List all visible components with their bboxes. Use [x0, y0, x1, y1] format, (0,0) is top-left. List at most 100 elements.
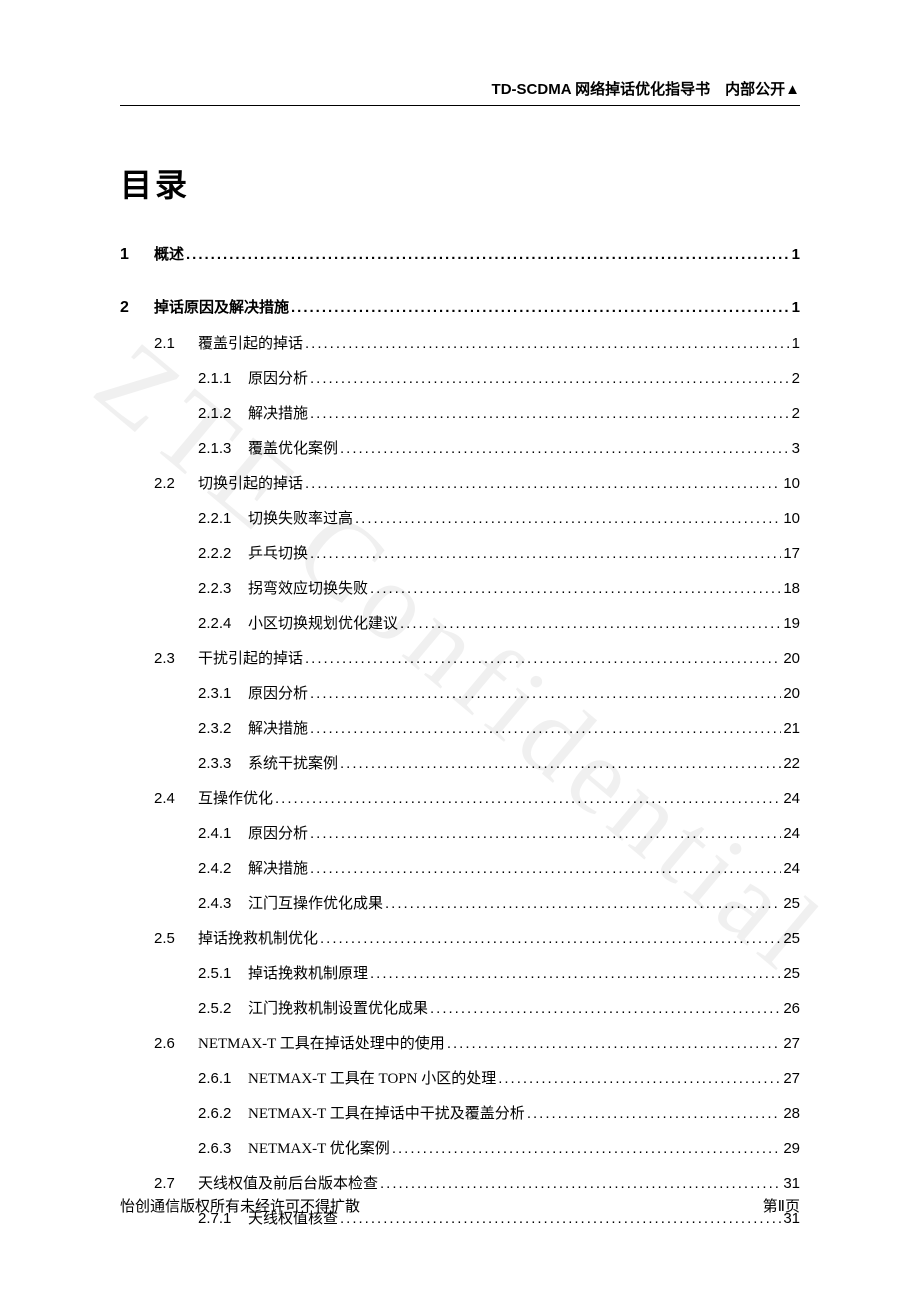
- toc-leader-dots: [355, 508, 781, 523]
- toc-entry-label: NETMAX-T 优化案例: [248, 1139, 390, 1160]
- toc-entry-number: 2.2.2: [198, 543, 248, 564]
- toc-entry[interactable]: 2.6NETMAX-T 工具在掉话处理中的使用27: [120, 1033, 800, 1055]
- toc-entry-label: 江门互操作优化成果: [248, 894, 383, 915]
- toc-entry[interactable]: 2.6.1NETMAX-T 工具在 TOPN 小区的处理 27: [120, 1068, 800, 1090]
- toc-entry-page: 1: [792, 333, 800, 354]
- toc-entry-label: NETMAX-T 工具在掉话处理中的使用: [198, 1034, 445, 1055]
- toc-entry[interactable]: 2.5掉话挽救机制优化25: [120, 928, 800, 950]
- toc-entry-number: 2.2.1: [198, 508, 248, 529]
- toc-leader-dots: [320, 928, 781, 943]
- toc-entry-label: 干扰引起的掉话: [198, 649, 303, 670]
- toc-leader-dots: [310, 403, 790, 418]
- toc-entry[interactable]: 2.6.2NETMAX-T 工具在掉话中干扰及覆盖分析28: [120, 1103, 800, 1125]
- toc-entry-label: 覆盖优化案例: [248, 439, 338, 460]
- toc-leader-dots: [392, 1138, 782, 1153]
- toc-entry-label: 掉话挽救机制优化: [198, 929, 318, 950]
- toc-entry-page: 10: [783, 473, 800, 494]
- toc-entry-number: 2.4.2: [198, 858, 248, 879]
- toc-entry-number: 2.6.2: [198, 1103, 248, 1124]
- toc-entry[interactable]: 1概述1: [120, 244, 800, 266]
- toc-entry-page: 27: [783, 1068, 800, 1089]
- toc-entry[interactable]: 2.1.1原因分析 2: [120, 368, 800, 390]
- toc-entry-page: 2: [792, 368, 800, 389]
- toc-entry-label: 掉话原因及解决措施: [154, 297, 289, 318]
- toc-entry[interactable]: 2.2.4小区切换规划优化建议19: [120, 613, 800, 635]
- toc-entry-page: 1: [792, 297, 800, 318]
- toc-entry-page: 24: [783, 858, 800, 879]
- toc-entry-label: 解决措施: [248, 404, 308, 425]
- toc-entry[interactable]: 2.3.3系统干扰案例22: [120, 753, 800, 775]
- toc-entry-label: 原因分析: [248, 369, 308, 390]
- toc-entry-label: 切换失败率过高: [248, 509, 353, 530]
- toc-entry-page: 18: [783, 578, 800, 599]
- toc-entry[interactable]: 2.4.3江门互操作优化成果25: [120, 893, 800, 915]
- toc-entry-page: 24: [783, 788, 800, 809]
- toc-entry-label: 原因分析: [248, 824, 308, 845]
- toc-entry[interactable]: 2.3.1原因分析20: [120, 683, 800, 705]
- toc-entry-page: 1: [792, 244, 800, 265]
- toc-entry[interactable]: 2.5.2江门挽救机制设置优化成果26: [120, 998, 800, 1020]
- toc-entry-number: 2.3.3: [198, 753, 248, 774]
- toc-entry-label: 系统干扰案例: [248, 754, 338, 775]
- toc-entry-page: 28: [783, 1103, 800, 1124]
- table-of-contents: 1概述12掉话原因及解决措施12.1覆盖引起的掉话12.1.1原因分析22.1.…: [120, 244, 800, 1230]
- toc-entry[interactable]: 2.1.3覆盖优化案例3: [120, 438, 800, 460]
- toc-entry[interactable]: 2.6.3NETMAX-T 优化案例29: [120, 1138, 800, 1160]
- toc-entry-number: 2.2.3: [198, 578, 248, 599]
- toc-leader-dots: [385, 893, 781, 908]
- toc-entry[interactable]: 2.3干扰引起的掉话 20: [120, 648, 800, 670]
- toc-leader-dots: [305, 473, 781, 488]
- toc-entry[interactable]: 2.1覆盖引起的掉话 1: [120, 333, 800, 355]
- toc-entry-page: 3: [792, 438, 800, 459]
- toc-entry[interactable]: 2.1.2解决措施2: [120, 403, 800, 425]
- footer-left: 怡创通信版权所有未经许可不得扩散: [120, 1195, 360, 1216]
- toc-leader-dots: [527, 1103, 782, 1118]
- toc-entry-label: 解决措施: [248, 719, 308, 740]
- toc-leader-dots: [310, 543, 781, 558]
- toc-entry-page: 2: [792, 403, 800, 424]
- page-header: TD-SCDMA 网络掉话优化指导书 内部公开▲: [120, 78, 800, 106]
- toc-entry-label: 覆盖引起的掉话: [198, 334, 303, 355]
- toc-entry[interactable]: 2.5.1掉话挽救机制原理25: [120, 963, 800, 985]
- toc-entry-page: 17: [783, 543, 800, 564]
- page-footer: 怡创通信版权所有未经许可不得扩散 第Ⅱ页: [120, 1195, 800, 1216]
- toc-entry[interactable]: 2.2.1切换失败率过高10: [120, 508, 800, 530]
- toc-leader-dots: [447, 1033, 782, 1048]
- toc-leader-dots: [380, 1173, 781, 1188]
- toc-entry[interactable]: 2.3.2解决措施21: [120, 718, 800, 740]
- toc-entry[interactable]: 2.4.2解决措施 24: [120, 858, 800, 880]
- toc-entry-number: 2.6.1: [198, 1068, 248, 1089]
- toc-entry-label: 拐弯效应切换失败: [248, 579, 368, 600]
- page: ZTE Confidential TD-SCDMA 网络掉话优化指导书 内部公开…: [0, 0, 920, 1302]
- toc-leader-dots: [275, 788, 781, 803]
- toc-entry-number: 2.1.1: [198, 368, 248, 389]
- toc-entry[interactable]: 2.4.1原因分析24: [120, 823, 800, 845]
- toc-entry-page: 20: [783, 648, 800, 669]
- toc-entry[interactable]: 2掉话原因及解决措施 1: [120, 297, 800, 319]
- toc-entry-number: 2.1: [154, 333, 198, 354]
- toc-entry-number: 2.5.2: [198, 998, 248, 1019]
- toc-entry[interactable]: 2.2切换引起的掉话 10: [120, 473, 800, 495]
- toc-leader-dots: [370, 963, 781, 978]
- toc-entry[interactable]: 2.7天线权值及前后台版本检查31: [120, 1173, 800, 1195]
- toc-entry[interactable]: 2.4互操作优化24: [120, 788, 800, 810]
- toc-leader-dots: [370, 578, 781, 593]
- toc-entry-number: 2.3: [154, 648, 198, 669]
- toc-entry-number: 1: [120, 244, 154, 266]
- toc-entry-number: 2: [120, 297, 154, 319]
- toc-leader-dots: [400, 613, 781, 628]
- toc-entry-number: 2.4.3: [198, 893, 248, 914]
- toc-entry-label: 切换引起的掉话: [198, 474, 303, 495]
- toc-leader-dots: [310, 368, 790, 383]
- toc-entry[interactable]: 2.2.2乒乓切换17: [120, 543, 800, 565]
- toc-entry-number: 2.7: [154, 1173, 198, 1194]
- toc-entry-page: 25: [783, 963, 800, 984]
- toc-entry[interactable]: 2.2.3拐弯效应切换失败 18: [120, 578, 800, 600]
- toc-entry-number: 2.4.1: [198, 823, 248, 844]
- toc-entry-label: 江门挽救机制设置优化成果: [248, 999, 428, 1020]
- toc-leader-dots: [291, 297, 790, 312]
- toc-entry-number: 2.2: [154, 473, 198, 494]
- toc-entry-label: NETMAX-T 工具在 TOPN 小区的处理: [248, 1069, 496, 1090]
- toc-leader-dots: [310, 823, 781, 838]
- toc-entry-label: 解决措施: [248, 859, 308, 880]
